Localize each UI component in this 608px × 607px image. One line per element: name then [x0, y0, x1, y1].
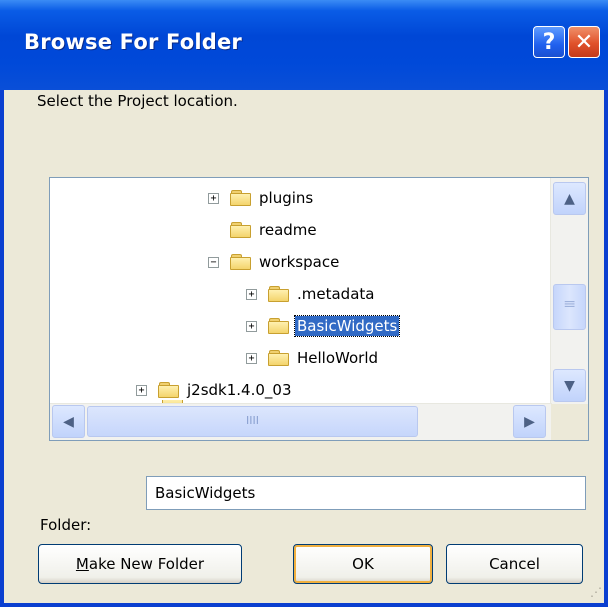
tree-item-metadata[interactable]: + .metadata — [246, 280, 376, 308]
cancel-button[interactable]: Cancel — [446, 544, 583, 584]
vertical-scrollbar[interactable]: ▲ ||| ▼ — [550, 178, 588, 405]
tree-item-plugins[interactable]: + plugins — [208, 184, 315, 212]
help-button[interactable]: ? — [533, 26, 565, 58]
folder-icon — [230, 221, 252, 239]
tree-item-workspace[interactable]: − workspace — [208, 248, 341, 276]
vertical-scroll-thumb[interactable]: ||| — [553, 284, 586, 330]
tree-item-readme[interactable]: readme — [230, 216, 319, 244]
grip-icon: ||| — [564, 299, 575, 308]
expand-icon[interactable]: + — [208, 192, 219, 204]
folder-open-icon — [268, 317, 290, 335]
collapse-icon[interactable]: − — [208, 256, 219, 268]
folder-icon — [268, 285, 290, 303]
expand-icon[interactable]: + — [246, 320, 257, 332]
grip-icon: IIII — [246, 414, 259, 427]
folder-icon — [158, 381, 180, 399]
horizontal-scrollbar[interactable]: ◀ IIII ▶ — [50, 403, 552, 440]
scroll-down-button[interactable]: ▼ — [553, 369, 586, 402]
tree-item-label: j2sdk1.4.0_03 — [187, 381, 292, 399]
tree-item-helloworld[interactable]: + HelloWorld — [246, 344, 380, 372]
make-new-folder-button[interactable]: Make New Folder — [38, 544, 242, 584]
tree-item-label: workspace — [259, 253, 340, 271]
scroll-up-button[interactable]: ▲ — [553, 182, 586, 215]
ok-button[interactable]: OK — [293, 544, 433, 584]
folder-open-icon — [230, 253, 252, 271]
make-new-folder-label-rest: ake New Folder — [88, 555, 205, 573]
folder-input[interactable]: BasicWidgets — [146, 476, 586, 510]
expand-icon[interactable]: + — [246, 352, 257, 364]
tree-item-basicwidgets[interactable]: + BasicWidgets — [246, 312, 401, 340]
tree-item-j2sdk[interactable]: + j2sdk1.4.0_03 — [136, 376, 294, 404]
folder-icon — [268, 349, 290, 367]
make-new-folder-mnemonic: M — [75, 555, 89, 573]
folder-icon — [230, 189, 252, 207]
window-title: Browse For Folder — [24, 30, 242, 54]
prompt-text: Select the Project location. — [37, 92, 238, 110]
folder-tree[interactable]: + plugins readme − workspace + .metadata… — [49, 177, 589, 441]
tree-item-label: plugins — [259, 189, 314, 207]
resize-grip-icon[interactable]: ⋰ — [586, 585, 602, 601]
title-bar[interactable]: Browse For Folder ? ✕ — [0, 0, 608, 90]
expand-icon[interactable]: + — [246, 288, 257, 300]
tree-item-label: HelloWorld — [297, 349, 379, 367]
scroll-corner — [551, 404, 588, 440]
browse-for-folder-dialog: Browse For Folder ? ✕ Select the Project… — [0, 0, 608, 607]
expand-icon[interactable]: + — [136, 384, 147, 396]
scroll-right-button[interactable]: ▶ — [513, 405, 546, 438]
close-button[interactable]: ✕ — [568, 26, 600, 58]
tree-item-label: .metadata — [297, 285, 375, 303]
folder-label: Folder: — [40, 516, 92, 534]
tree-item-label: readme — [259, 221, 317, 239]
scroll-left-button[interactable]: ◀ — [52, 405, 85, 438]
horizontal-scroll-thumb[interactable]: IIII — [87, 406, 418, 437]
tree-item-label-selected: BasicWidgets — [293, 315, 401, 337]
